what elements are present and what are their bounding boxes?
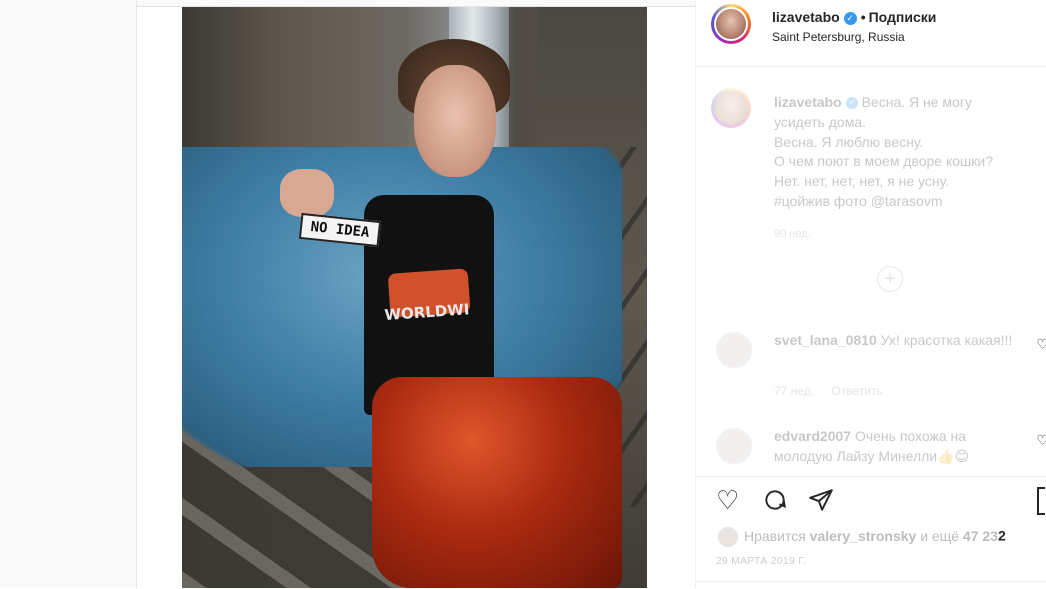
post-date[interactable]: 29 МАРТА 2019 Г. <box>716 556 806 567</box>
save-bookmark-icon[interactable] <box>1037 487 1045 515</box>
separator-dot: • <box>860 9 866 25</box>
caption-time[interactable]: 90 нед. <box>774 225 1039 245</box>
commenter-avatar[interactable] <box>716 428 752 464</box>
post-actions: ♡ Нравится valery_stronsky и ещё 47 232 … <box>696 476 1046 589</box>
likes-summary[interactable]: Нравится valery_stronsky и ещё 47 232 <box>718 527 1006 547</box>
commenter-username[interactable]: svet_lana_0810 <box>774 332 877 348</box>
post-location[interactable]: Saint Petersburg, Russia <box>772 30 905 44</box>
left-margin <box>0 0 137 588</box>
liker-username[interactable]: valery_stronsky <box>810 528 917 544</box>
post-caption: lizavetabo ✓ Весна. Я не могу усидеть дом… <box>774 93 1039 245</box>
reply-button[interactable]: Ответить <box>831 384 882 398</box>
shirt-print: WORLDWI <box>382 268 479 344</box>
caption-username[interactable]: lizavetabo <box>774 94 842 110</box>
following-button[interactable]: Подписки <box>869 9 937 25</box>
comment-like-heart-icon[interactable]: ♡ <box>1036 336 1046 353</box>
post-photo[interactable]: NO IDEA WORLDWI <box>182 7 647 588</box>
divider <box>696 581 1046 582</box>
comment-time[interactable]: 77 нед. <box>774 384 814 398</box>
comment-like-heart-icon[interactable]: ♡ <box>1036 432 1046 449</box>
commenter-username[interactable]: edvard2007 <box>774 428 851 444</box>
verified-badge-icon: ✓ <box>843 11 857 25</box>
profile-avatar[interactable] <box>711 4 751 44</box>
profile-username[interactable]: lizavetabo <box>772 9 840 25</box>
post-header: lizavetabo ✓ • Подписки Saint Petersburg, R… <box>696 0 1046 67</box>
comment-bubble-icon[interactable] <box>762 487 788 517</box>
share-send-icon[interactable] <box>808 487 834 517</box>
caption-avatar[interactable] <box>711 88 751 128</box>
verified-badge-icon: ✓ <box>845 97 858 110</box>
comment-text: Ух! красотка какая!!! <box>880 332 1013 348</box>
like-heart-icon[interactable]: ♡ <box>716 487 739 513</box>
commenter-avatar[interactable] <box>716 332 752 368</box>
post-side-panel: lizavetabo ✓ • Подписки Saint Petersburg, R… <box>695 0 1046 589</box>
liker-avatar <box>718 527 738 547</box>
load-more-comments-button[interactable]: + <box>877 266 903 292</box>
